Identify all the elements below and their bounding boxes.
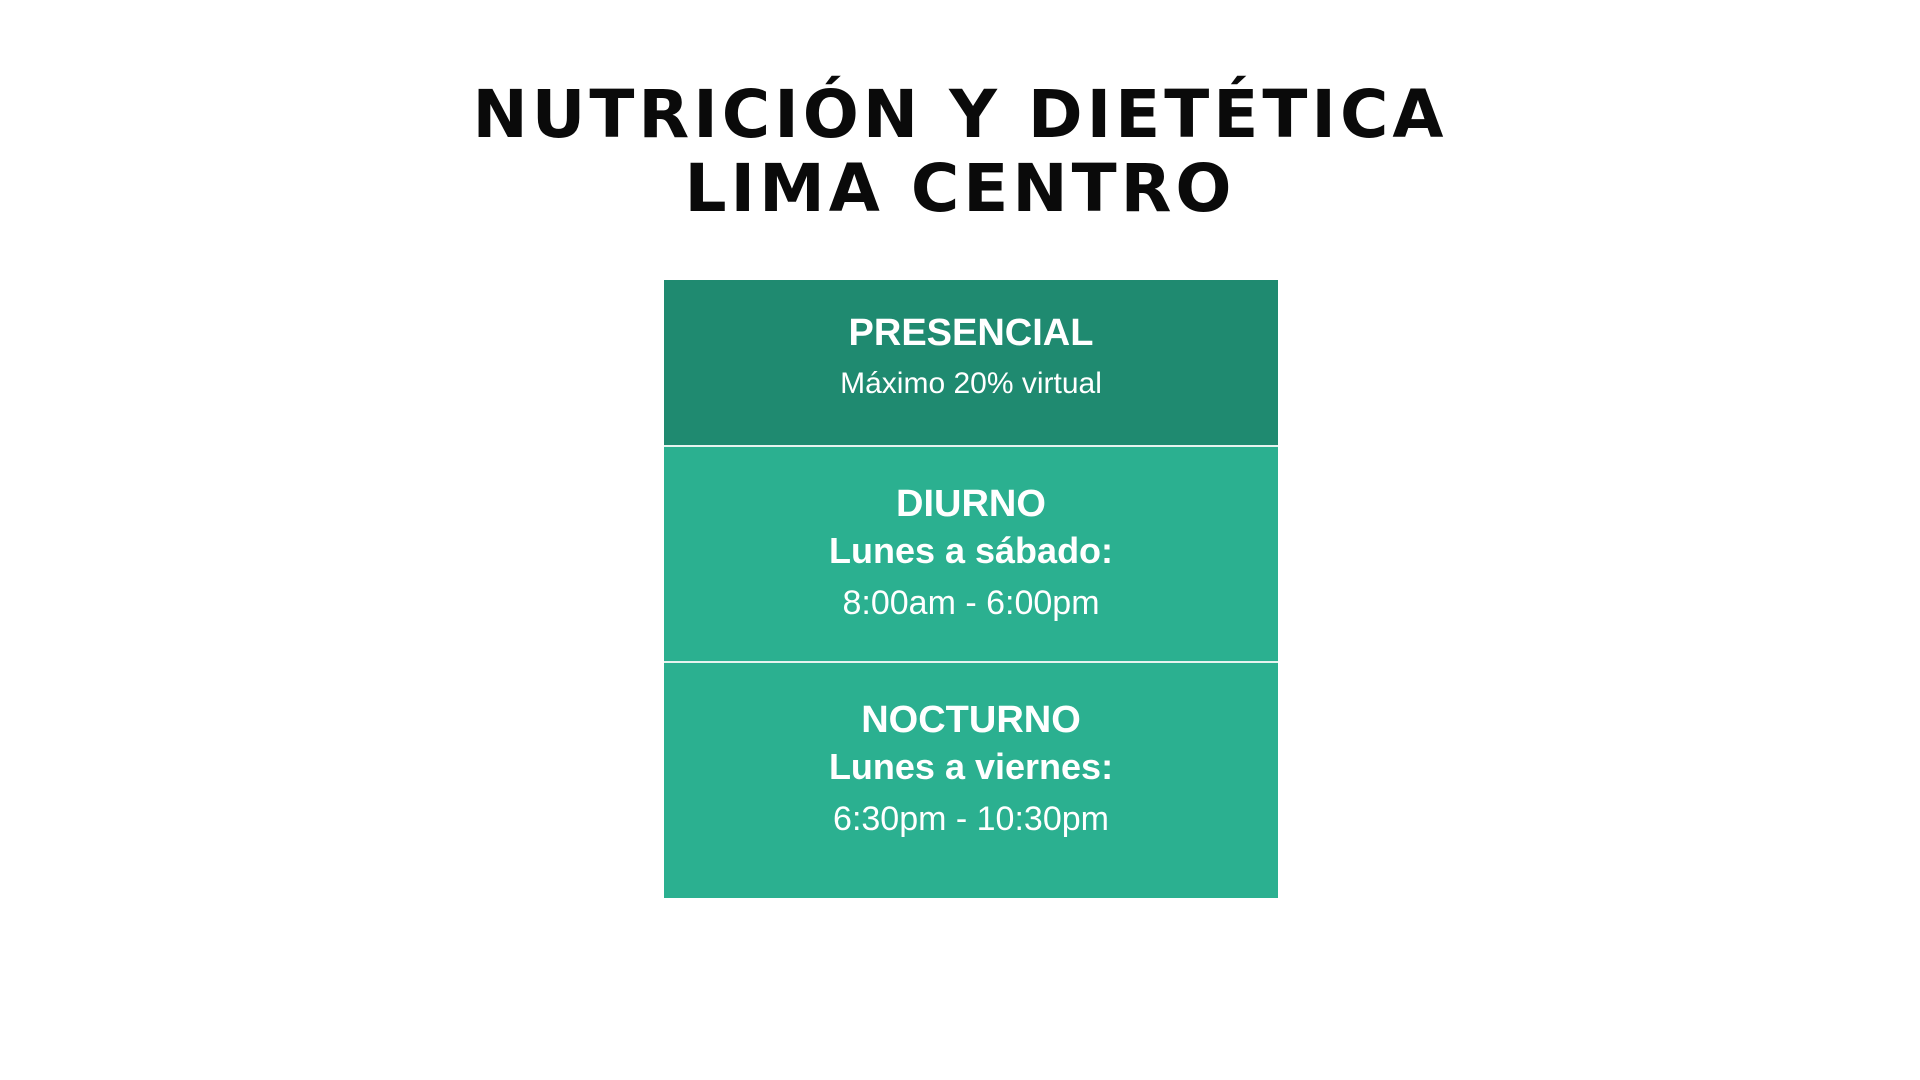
diurno-heading: DIURNO bbox=[896, 483, 1046, 525]
presencial-heading: PRESENCIAL bbox=[848, 312, 1094, 354]
page-title-line1: NUTRICIÓN Y DIETÉTICA bbox=[472, 76, 1448, 153]
nocturno-heading: NOCTURNO bbox=[861, 699, 1081, 741]
presencial-cell: PRESENCIAL Máximo 20% virtual bbox=[664, 280, 1278, 447]
schedule-table: PRESENCIAL Máximo 20% virtual DIURNO Lun… bbox=[664, 280, 1278, 898]
nocturno-hours: 6:30pm - 10:30pm bbox=[833, 800, 1109, 838]
nocturno-cell: NOCTURNO Lunes a viernes: 6:30pm - 10:30… bbox=[664, 663, 1278, 898]
diurno-days: Lunes a sábado: bbox=[828, 530, 1114, 571]
diurno-cell: DIURNO Lunes a sábado: 8:00am - 6:00pm bbox=[664, 447, 1278, 663]
diurno-hours: 8:00am - 6:00pm bbox=[842, 584, 1100, 622]
page-title-line2: LIMA CENTRO bbox=[684, 150, 1236, 227]
presencial-note: Máximo 20% virtual bbox=[840, 367, 1102, 400]
nocturno-days: Lunes a viernes: bbox=[828, 746, 1114, 787]
